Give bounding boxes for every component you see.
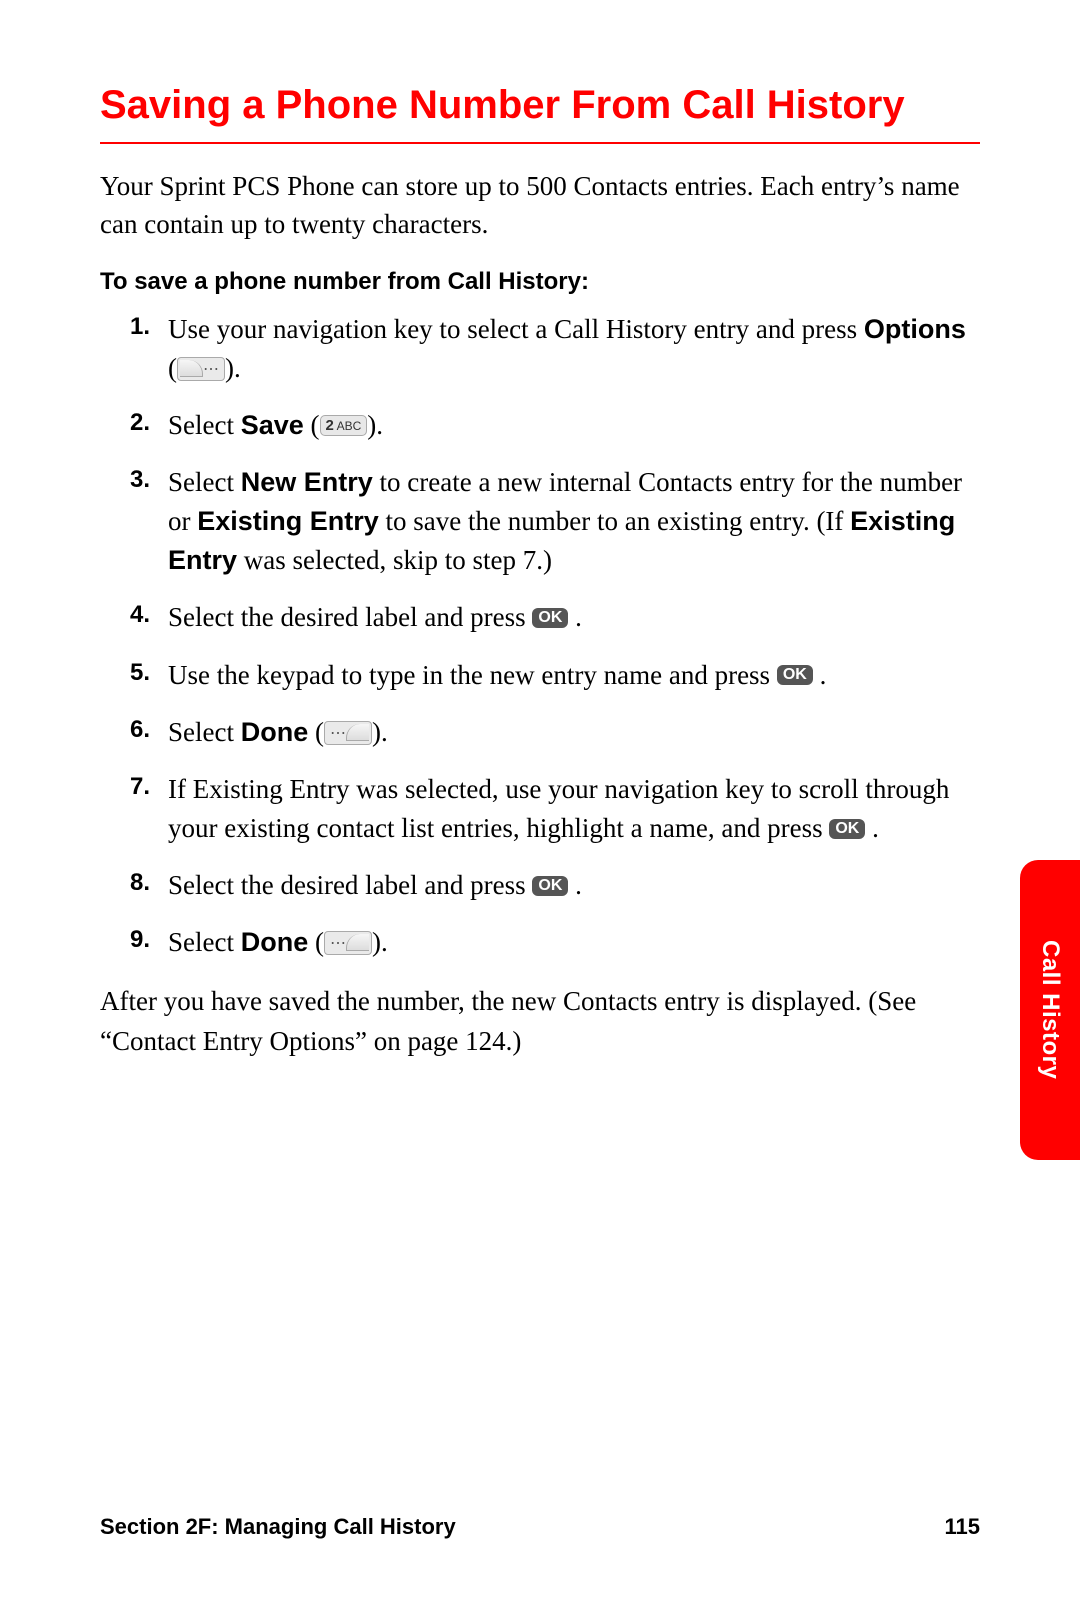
page-number: 115 xyxy=(945,1514,981,1540)
closing-paragraph: After you have saved the number, the new… xyxy=(100,982,980,1060)
step-9: 9. Select Done (). xyxy=(130,923,980,962)
left-softkey-icon xyxy=(324,931,372,955)
step-5: 5. Use the keypad to type in the new ent… xyxy=(130,656,980,695)
step-number: 7. xyxy=(130,770,150,805)
intro-paragraph: Your Sprint PCS Phone can store up to 50… xyxy=(100,168,980,244)
step-text: . xyxy=(865,813,879,843)
options-label: Options xyxy=(864,314,966,344)
steps-list: 1. Use your navigation key to select a C… xyxy=(100,310,980,963)
step-text: ). xyxy=(372,927,388,957)
right-softkey-icon xyxy=(177,357,225,381)
key-2-icon: 2 ABC xyxy=(320,415,368,436)
step-text: Select the desired label and press xyxy=(168,870,532,900)
step-number: 2. xyxy=(130,406,150,441)
step-7: 7. If Existing Entry was selected, use y… xyxy=(130,770,980,848)
step-text: ( xyxy=(308,717,324,747)
step-text: . xyxy=(813,660,827,690)
page-footer: Section 2F: Managing Call History 115 xyxy=(100,1514,980,1540)
step-text: ( xyxy=(304,410,320,440)
step-1: 1. Use your navigation key to select a C… xyxy=(130,310,980,388)
step-number: 4. xyxy=(130,598,150,633)
step-6: 6. Select Done (). xyxy=(130,713,980,752)
step-number: 9. xyxy=(130,923,150,958)
ok-button-icon: OK xyxy=(532,876,568,896)
procedure-subhead: To save a phone number from Call History… xyxy=(100,268,980,296)
step-3: 3. Select New Entry to create a new inte… xyxy=(130,463,980,580)
step-text: Select the desired label and press xyxy=(168,602,532,632)
step-number: 8. xyxy=(130,866,150,901)
title-rule xyxy=(100,142,980,144)
step-2: 2. Select Save (2 ABC). xyxy=(130,406,980,445)
step-text: Select xyxy=(168,927,241,957)
step-text: ( xyxy=(308,927,324,957)
step-4: 4. Select the desired label and press OK… xyxy=(130,598,980,637)
step-text: . xyxy=(568,870,582,900)
existing-entry-label: Existing Entry xyxy=(197,506,379,536)
save-label: Save xyxy=(241,410,304,440)
step-text: Select xyxy=(168,410,241,440)
page-title: Saving a Phone Number From Call History xyxy=(100,80,980,130)
step-text: Use the keypad to type in the new entry … xyxy=(168,660,777,690)
step-text: . xyxy=(568,602,582,632)
step-text: ). xyxy=(367,410,383,440)
step-text: Select xyxy=(168,717,241,747)
step-8: 8. Select the desired label and press OK… xyxy=(130,866,980,905)
ok-button-icon: OK xyxy=(829,819,865,839)
step-text: ). xyxy=(372,717,388,747)
step-text: was selected, skip to step 7.) xyxy=(237,545,552,575)
step-text: ( xyxy=(168,353,177,383)
done-label: Done xyxy=(241,717,309,747)
step-number: 6. xyxy=(130,713,150,748)
side-tab: Call History xyxy=(1020,860,1080,1160)
ok-button-icon: OK xyxy=(532,608,568,628)
step-text: to save the number to an existing entry.… xyxy=(379,506,850,536)
step-text: ). xyxy=(225,353,241,383)
side-tab-label: Call History xyxy=(1036,940,1064,1079)
step-text: Select xyxy=(168,467,241,497)
step-number: 3. xyxy=(130,463,150,498)
done-label: Done xyxy=(241,927,309,957)
ok-button-icon: OK xyxy=(777,665,813,685)
footer-section: Section 2F: Managing Call History xyxy=(100,1514,456,1540)
step-number: 5. xyxy=(130,656,150,691)
step-number: 1. xyxy=(130,310,150,345)
left-softkey-icon xyxy=(324,721,372,745)
new-entry-label: New Entry xyxy=(241,467,373,497)
step-text: Use your navigation key to select a Call… xyxy=(168,314,864,344)
manual-page: Saving a Phone Number From Call History … xyxy=(0,0,1080,1620)
